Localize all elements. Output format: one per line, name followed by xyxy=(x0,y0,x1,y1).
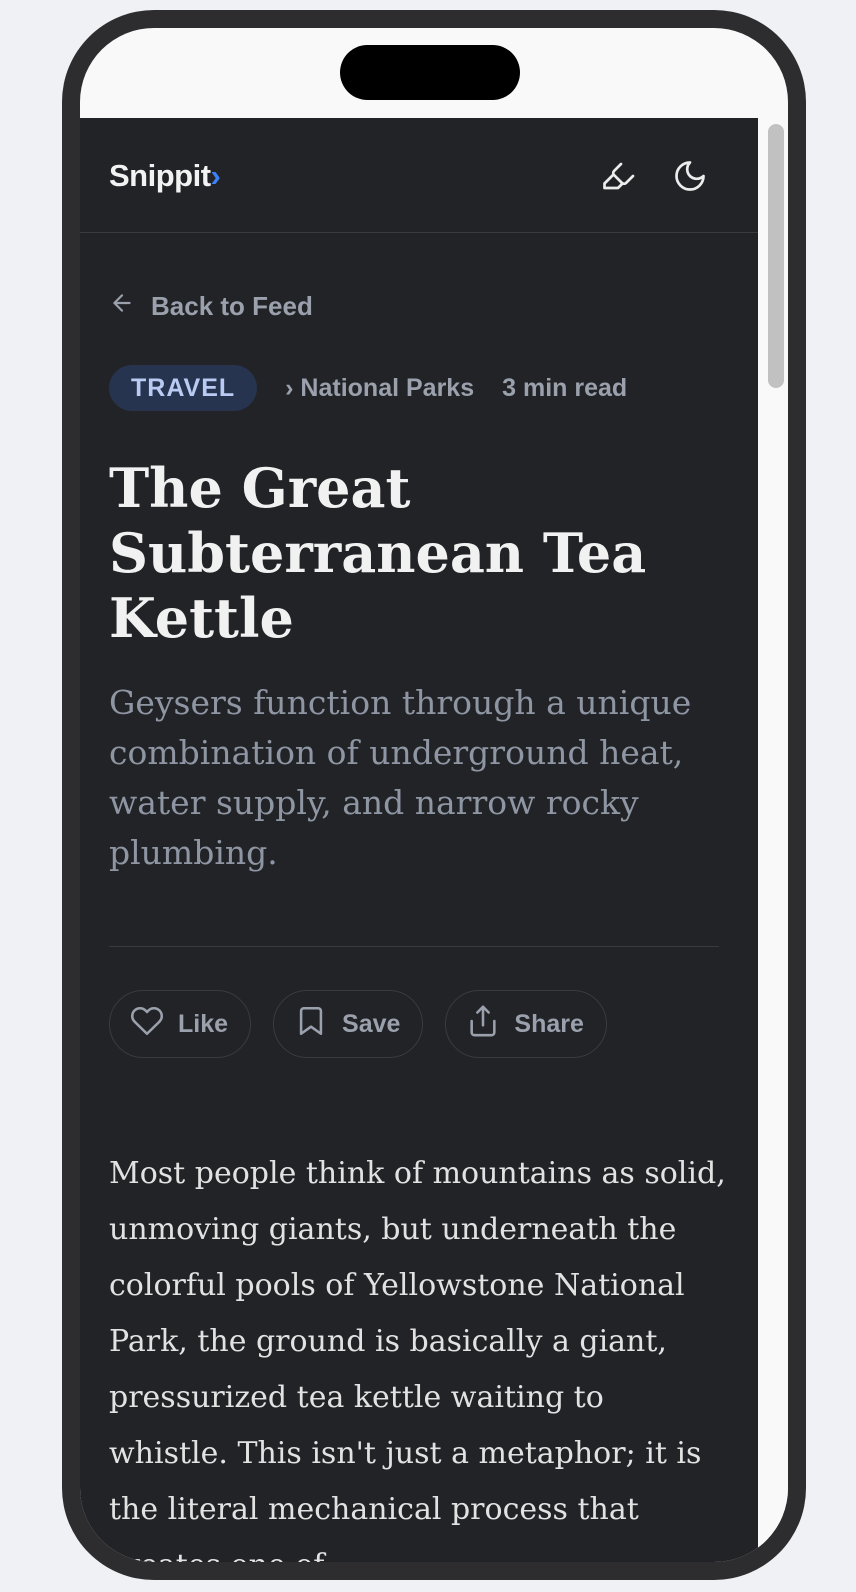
arrow-left-icon xyxy=(109,290,151,323)
share-button[interactable]: Share xyxy=(445,990,607,1058)
article-meta: TRAVEL › National Parks 3 min read xyxy=(109,365,627,411)
device-screen: Snippit› Back to Feed TRAVEL › National … xyxy=(80,28,788,1562)
heart-icon xyxy=(130,1004,178,1045)
article-title: The Great Subterranean Tea Kettle xyxy=(109,456,647,650)
highlighter-icon xyxy=(600,158,636,199)
top-bar: Snippit› xyxy=(80,118,758,233)
subcategory-link[interactable]: › National Parks xyxy=(285,374,474,403)
article-subtitle: Geysers function through a unique combin… xyxy=(109,683,692,872)
highlighter-button[interactable] xyxy=(598,158,638,198)
share-icon xyxy=(466,1004,514,1045)
dynamic-island xyxy=(340,45,520,100)
read-time: 3 min read xyxy=(502,373,628,402)
logo-accent: › xyxy=(210,158,221,193)
bookmark-icon xyxy=(294,1004,342,1045)
logo-text: Snippit xyxy=(109,158,211,193)
share-label: Share xyxy=(514,1009,584,1038)
divider xyxy=(109,946,719,947)
back-label: Back to Feed xyxy=(151,291,313,321)
back-to-feed-link[interactable]: Back to Feed xyxy=(109,290,313,323)
app-logo[interactable]: Snippit› xyxy=(109,158,221,194)
article-page: Snippit› Back to Feed TRAVEL › National … xyxy=(80,118,758,1562)
save-label: Save xyxy=(342,1009,401,1038)
like-button[interactable]: Like xyxy=(109,990,252,1058)
like-label: Like xyxy=(178,1009,229,1038)
save-button[interactable]: Save xyxy=(273,990,424,1058)
scrollbar-thumb[interactable] xyxy=(768,124,784,388)
theme-toggle-button[interactable] xyxy=(670,158,710,198)
article-actions: Like Save Share xyxy=(109,990,629,1058)
moon-icon xyxy=(672,158,708,199)
article-body: Most people think of mountains as solid,… xyxy=(109,1156,726,1562)
category-badge[interactable]: TRAVEL xyxy=(109,365,258,411)
